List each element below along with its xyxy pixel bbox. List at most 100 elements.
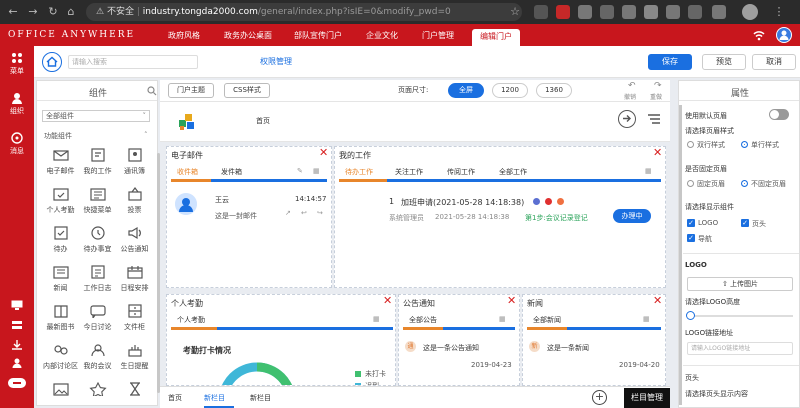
component-item[interactable] bbox=[116, 376, 153, 406]
arrow-right-icon[interactable] bbox=[618, 110, 636, 128]
bookmark-star-icon[interactable]: ☆ bbox=[508, 5, 522, 19]
upload-image-button[interactable]: ⇧ 上传图片 bbox=[687, 277, 793, 291]
radio-single-row[interactable] bbox=[741, 141, 748, 148]
more-icon[interactable]: ▦ bbox=[499, 315, 506, 323]
status-badge[interactable]: 办理中 bbox=[613, 209, 651, 223]
portal-theme-button[interactable]: 门户主题 bbox=[168, 83, 214, 98]
edit-icon[interactable]: ✎ bbox=[297, 167, 303, 175]
component-item[interactable]: 我的工作 bbox=[79, 142, 116, 181]
reload-icon[interactable]: ↻ bbox=[46, 5, 60, 19]
add-tab-icon[interactable]: + bbox=[592, 390, 607, 405]
radio-fixed[interactable] bbox=[687, 180, 694, 187]
tab-all-work[interactable]: 全部工作 bbox=[499, 167, 527, 177]
attendance-card[interactable]: 个人考勤 ✕ 个人考勤 ▦ 考勤打卡情况 未打卡 迟到 bbox=[166, 294, 396, 386]
reply-icon[interactable]: ↩ bbox=[301, 209, 307, 217]
more-icon[interactable]: ▦ bbox=[643, 315, 650, 323]
more-menu-icon[interactable]: ⋮ bbox=[772, 5, 786, 19]
close-icon[interactable]: ✕ bbox=[319, 147, 328, 158]
component-item[interactable]: 文件柜 bbox=[116, 298, 153, 337]
more-icon[interactable]: ▦ bbox=[645, 167, 652, 175]
menu-item-army-portal[interactable]: 部队宣传门户 bbox=[286, 29, 350, 46]
component-item[interactable]: 快捷菜单 bbox=[79, 181, 116, 220]
search-input[interactable]: 请输入搜索 bbox=[68, 55, 198, 69]
bottom-tab-new-2[interactable]: 新栏目 bbox=[250, 393, 271, 403]
layers-icon[interactable] bbox=[11, 320, 23, 330]
component-item[interactable]: 新闻 bbox=[42, 259, 79, 298]
bottom-tab-home[interactable]: 首页 bbox=[168, 393, 182, 403]
component-item[interactable]: 电子邮件 bbox=[42, 142, 79, 181]
component-item[interactable] bbox=[79, 376, 116, 406]
notice-card[interactable]: 公告通知 ✕ 全部公告 ▦ 通 这是一条公告通知 2019-04-23 bbox=[398, 294, 520, 386]
person-icon[interactable] bbox=[11, 358, 23, 368]
forward-icon[interactable]: ↪ bbox=[317, 209, 323, 217]
default-header-toggle[interactable] bbox=[769, 109, 789, 120]
close-icon[interactable]: ✕ bbox=[653, 295, 662, 306]
tab-attendance[interactable]: 个人考勤 bbox=[177, 315, 205, 325]
scrollbar[interactable] bbox=[679, 105, 682, 405]
extension-icon[interactable] bbox=[534, 5, 548, 19]
bottom-tab-new-1[interactable]: 新栏目 bbox=[204, 393, 225, 403]
nav-item-message[interactable]: 消息 bbox=[0, 132, 34, 156]
checkbox-logo[interactable]: ✓ bbox=[687, 219, 695, 227]
menu-item-culture[interactable]: 企业文化 bbox=[358, 29, 406, 46]
component-item[interactable]: 工作日志 bbox=[79, 259, 116, 298]
size-fullscreen-button[interactable]: 全屏 bbox=[448, 83, 484, 98]
home-icon[interactable] bbox=[42, 52, 62, 72]
chevron-up-icon[interactable]: ˄ bbox=[144, 131, 148, 139]
undo-label[interactable]: 撤销 bbox=[624, 92, 636, 101]
close-icon[interactable]: ✕ bbox=[507, 295, 516, 306]
tab-follow-work[interactable]: 关注工作 bbox=[395, 167, 423, 177]
tab-inbox[interactable]: 收件箱 bbox=[177, 167, 198, 177]
component-item[interactable] bbox=[42, 376, 79, 406]
component-item[interactable]: 内部讨论区 bbox=[42, 337, 79, 376]
home-label[interactable]: 首页 bbox=[256, 116, 270, 126]
more-icon[interactable]: ▦ bbox=[373, 315, 380, 323]
back-icon[interactable]: ← bbox=[6, 5, 20, 19]
download-icon[interactable] bbox=[11, 340, 23, 350]
checkbox-nav[interactable]: ✓ bbox=[687, 234, 695, 242]
extension-icon[interactable] bbox=[688, 5, 702, 19]
logo-link-input[interactable]: 请输入LOGO链接地址 bbox=[687, 342, 793, 355]
component-item[interactable]: 公告通知 bbox=[116, 220, 153, 259]
extension-icon[interactable] bbox=[578, 5, 592, 19]
save-button[interactable]: 保存 bbox=[648, 54, 692, 70]
redo-icon[interactable]: ↷ bbox=[654, 81, 662, 91]
component-item[interactable]: 我的会议 bbox=[79, 337, 116, 376]
component-item[interactable]: 待办 bbox=[42, 220, 79, 259]
search-icon[interactable] bbox=[147, 86, 157, 96]
extension-icon[interactable] bbox=[622, 5, 636, 19]
notice-item[interactable]: 这是一条公告通知 bbox=[423, 343, 479, 353]
component-item[interactable]: 待办事宜 bbox=[79, 220, 116, 259]
nav-item-menu[interactable]: 菜单 bbox=[0, 52, 34, 76]
menu-item-gov-style[interactable]: 政府风格 bbox=[160, 29, 208, 46]
component-item[interactable]: 今日讨论 bbox=[79, 298, 116, 337]
component-item[interactable]: 生日提醒 bbox=[116, 337, 153, 376]
size-1200-button[interactable]: 1200 bbox=[492, 83, 528, 98]
logo-height-slider-handle[interactable] bbox=[686, 311, 695, 320]
work-item-title[interactable]: 加班申请(2021-05-28 14:18:38) bbox=[401, 197, 524, 208]
menu-item-gov-desktop[interactable]: 政务办公桌面 bbox=[216, 29, 280, 46]
work-card[interactable]: 我的工作 ✕ 待办工作 关注工作 传阅工作 全部工作 ▦ 1 加班申请(2021… bbox=[334, 146, 666, 288]
tab-circulate-work[interactable]: 传阅工作 bbox=[447, 167, 475, 177]
extension-abp-icon[interactable] bbox=[556, 5, 570, 19]
menu-item-edit-portal[interactable]: 编辑门户 bbox=[472, 29, 520, 46]
preview-button[interactable]: 预览 bbox=[702, 54, 746, 70]
forward-icon[interactable]: → bbox=[26, 5, 40, 19]
scrollbar[interactable] bbox=[157, 153, 160, 393]
news-card[interactable]: 新闻 ✕ 全部新闻 ▦ 新 这是一条新闻 2019-04-20 bbox=[522, 294, 666, 386]
extension-icon[interactable] bbox=[712, 5, 726, 19]
component-item[interactable]: 投票 bbox=[116, 181, 153, 220]
email-card[interactable]: 电子邮件 ✕ 收件箱 发件箱 ✎ ▦ 王云 14:14:57 这是一封邮件 ↗ … bbox=[166, 146, 332, 288]
monitor-icon[interactable] bbox=[11, 300, 23, 310]
redo-label[interactable]: 重做 bbox=[650, 92, 662, 101]
extension-icon[interactable] bbox=[644, 5, 658, 19]
extension-icon[interactable] bbox=[600, 5, 614, 19]
nav-item-org[interactable]: 组织 bbox=[0, 92, 34, 116]
logo-height-slider-track[interactable] bbox=[689, 315, 793, 317]
component-item[interactable]: 最新图书 bbox=[42, 298, 79, 337]
user-avatar[interactable] bbox=[776, 27, 792, 43]
column-manage-button[interactable]: 栏目管理 bbox=[624, 388, 670, 408]
news-item[interactable]: 这是一条新闻 bbox=[547, 343, 589, 353]
close-icon[interactable]: ✕ bbox=[653, 147, 662, 158]
extension-icon[interactable] bbox=[666, 5, 680, 19]
